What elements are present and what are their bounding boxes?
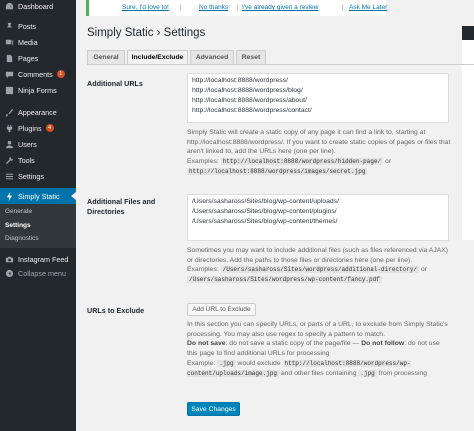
- would-exclude-text: would exclude: [237, 360, 281, 367]
- sidebar-item-tools[interactable]: Tools: [0, 152, 76, 168]
- sidebar-item-settings[interactable]: Settings: [0, 168, 76, 184]
- do-not-follow-label: Do not follow: [361, 340, 405, 347]
- dash-separator: —: [350, 340, 362, 347]
- sidebar-item-appearance[interactable]: Appearance: [0, 104, 76, 120]
- and-other-text: and other files containing: [280, 369, 357, 377]
- example-label: Example:: [187, 360, 216, 367]
- sidebar-item-simply-static[interactable]: Simply Static: [0, 188, 76, 204]
- sidebar-item-plugins[interactable]: Plugins 4: [0, 120, 76, 136]
- or-text: or: [420, 266, 427, 273]
- sidebar-item-label: Collapse menu: [18, 268, 66, 278]
- example-path-directory: /Users/sashaross/Sites/wordpress/additio…: [220, 266, 420, 273]
- example-jpg-code: .jpg: [217, 360, 236, 367]
- sidebar-item-ninja-forms[interactable]: Ninja Forms: [0, 82, 76, 98]
- notice-link-sure[interactable]: Sure, I'd love to!: [122, 4, 169, 11]
- comment-icon: [4, 69, 14, 79]
- sidebar-item-label: Media: [18, 37, 38, 47]
- sidebar-item-label: Dashboard: [18, 1, 54, 11]
- tab-include-exclude[interactable]: Include/Exclude: [127, 50, 188, 65]
- media-icon: [4, 37, 14, 47]
- notice-link-already-reviewed[interactable]: I've already given a review: [242, 4, 318, 11]
- collapse-icon: [4, 268, 14, 278]
- admin-sidebar: Dashboard Posts Media Pages Comments 1 N…: [0, 0, 76, 431]
- sidebar-item-label: Posts: [18, 21, 36, 31]
- right-panel-header: [462, 26, 474, 40]
- sidebar-item-label: Comments: [18, 69, 53, 79]
- additional-urls-label: Additional URLs: [87, 79, 143, 88]
- additional-files-description: Sometimes you may want to include additi…: [187, 247, 449, 264]
- notice-link-no-thanks[interactable]: No thanks: [199, 4, 228, 11]
- user-icon: [4, 139, 14, 149]
- sidebar-item-media[interactable]: Media: [0, 34, 76, 50]
- examples-label: Examples:: [187, 266, 219, 273]
- exclude-options-description: Do not save: do not save a static copy o…: [187, 339, 452, 358]
- sidebar-item-label: Settings: [18, 171, 44, 181]
- additional-files-textarea[interactable]: [187, 194, 449, 241]
- sidebar-item-label: Pages: [18, 53, 39, 63]
- example-jpg-code: .jpg: [358, 369, 377, 377]
- notice-separator: |: [342, 4, 344, 11]
- from-processing-text: from processing: [378, 369, 428, 377]
- right-panel: [462, 40, 474, 240]
- urls-to-exclude-label: URLs to Exclude: [87, 306, 145, 315]
- sidebar-item-label: Users: [18, 139, 37, 149]
- current-menu-arrow: [71, 192, 76, 200]
- sidebar-item-label: Appearance: [18, 107, 57, 117]
- save-changes-button[interactable]: Save Changes: [187, 402, 240, 416]
- sidebar-item-label: Tools: [18, 155, 35, 165]
- add-url-to-exclude-button[interactable]: Add URL to Exclude: [187, 303, 256, 316]
- submenu-settings[interactable]: Settings: [5, 222, 31, 229]
- sidebar-item-dashboard[interactable]: Dashboard: [0, 0, 76, 14]
- simply-static-submenu: Generate Settings Diagnostics: [0, 204, 76, 248]
- comments-count-badge: 1: [56, 70, 65, 78]
- review-notice: Sure, I'd love to! | No thanks | I've al…: [86, 0, 387, 16]
- submenu-diagnostics[interactable]: Diagnostics: [5, 235, 39, 242]
- additional-files-examples: Examples: /Users/sashaross/Sites/wordpre…: [187, 265, 452, 284]
- pin-icon: [4, 21, 14, 31]
- or-text: or: [384, 158, 391, 165]
- additional-urls-examples: Examples: http://localhost:8888/wordpres…: [187, 157, 452, 176]
- do-not-save-text: : do not save a static copy of the page/…: [225, 340, 351, 347]
- examples-label: Examples:: [187, 158, 219, 165]
- page-title: Simply Static › Settings: [87, 27, 206, 39]
- example-url-hidden-page: http://localhost:8888/wordpress/hidden-p…: [220, 158, 384, 165]
- brush-icon: [4, 107, 14, 117]
- example-url-secret-image: http://localhost:8888/wordpress/images/s…: [187, 167, 368, 175]
- settings-icon: [4, 171, 14, 181]
- additional-urls-textarea[interactable]: [187, 73, 449, 123]
- notice-separator: |: [237, 4, 239, 11]
- sidebar-item-label: Instagram Feed: [18, 254, 69, 264]
- wrench-icon: [4, 155, 14, 165]
- collapse-menu-button[interactable]: Collapse menu: [0, 265, 76, 281]
- tab-advanced[interactable]: Advanced: [190, 50, 234, 65]
- forms-icon: [4, 85, 14, 95]
- plug-icon: [4, 123, 14, 133]
- dashboard-icon: [4, 1, 14, 11]
- camera-icon: [4, 254, 14, 264]
- sidebar-item-label: Plugins: [18, 123, 42, 133]
- sidebar-item-users[interactable]: Users: [0, 136, 76, 152]
- tab-divider: [87, 64, 474, 65]
- notice-separator: |: [180, 4, 182, 11]
- sidebar-item-label: Ninja Forms: [18, 85, 57, 95]
- sidebar-item-comments[interactable]: Comments 1: [0, 66, 76, 82]
- exclude-description: In this section you can specify URLs, or…: [187, 321, 448, 338]
- tab-reset[interactable]: Reset: [236, 50, 266, 65]
- tab-general[interactable]: General: [87, 50, 125, 65]
- sidebar-item-label: Simply Static: [18, 191, 60, 201]
- exclude-example: Example: .jpg would exclude http://local…: [187, 359, 452, 378]
- additional-urls-description: Simply Static will create a static copy …: [187, 129, 451, 155]
- pages-icon: [4, 53, 14, 63]
- example-path-fancy-pdf: /Users/sashaross/Sites/wordpress/wp-cont…: [187, 275, 382, 283]
- notice-link-ask-later[interactable]: Ask Me Later: [349, 4, 387, 11]
- additional-files-label: Additional Files and Directories: [87, 197, 156, 216]
- sidebar-item-posts[interactable]: Posts: [0, 18, 76, 34]
- plugins-update-badge: 4: [45, 124, 54, 132]
- do-not-save-label: Do not save: [187, 340, 226, 347]
- submenu-generate[interactable]: Generate: [5, 208, 32, 215]
- sidebar-item-pages[interactable]: Pages: [0, 50, 76, 66]
- bolt-icon: [4, 191, 14, 201]
